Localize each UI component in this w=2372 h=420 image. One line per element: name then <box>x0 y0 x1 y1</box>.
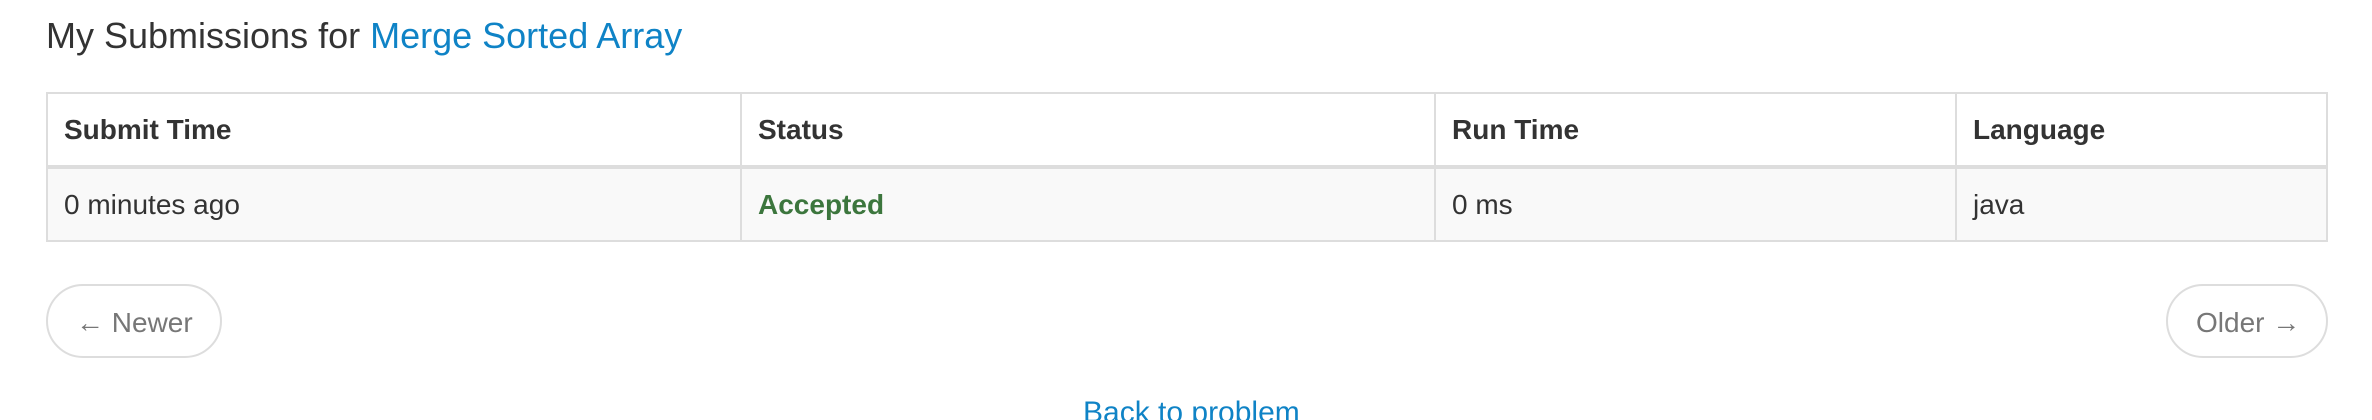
page-title-prefix: My Submissions for <box>46 15 361 56</box>
older-button[interactable]: Older → <box>2166 284 2328 358</box>
table-header-row: Submit Time Status Run Time Language <box>46 92 2328 169</box>
page-title: My Submissions for Merge Sorted Array <box>46 12 682 60</box>
column-header-run-time: Run Time <box>1434 92 1957 169</box>
language-cell: java <box>1955 166 2328 242</box>
status-accepted-link[interactable]: Accepted <box>758 189 884 220</box>
submit-time-cell: 0 minutes ago <box>46 166 742 242</box>
run-time-cell: 0 ms <box>1434 166 1957 242</box>
table-row: 0 minutes ago Accepted 0 ms java <box>46 166 2328 242</box>
back-to-problem-link[interactable]: Back to problem <box>1083 396 1300 420</box>
column-header-status: Status <box>740 92 1436 169</box>
column-header-language: Language <box>1955 92 2328 169</box>
submissions-page: My Submissions for Merge Sorted Array Su… <box>0 0 2372 420</box>
problem-link[interactable]: Merge Sorted Array <box>370 15 682 56</box>
newer-button[interactable]: ← Newer <box>46 284 222 358</box>
status-cell[interactable]: Accepted <box>740 166 1436 242</box>
column-header-submit-time: Submit Time <box>46 92 742 169</box>
submissions-table: Submit Time Status Run Time Language 0 m… <box>46 92 2328 242</box>
